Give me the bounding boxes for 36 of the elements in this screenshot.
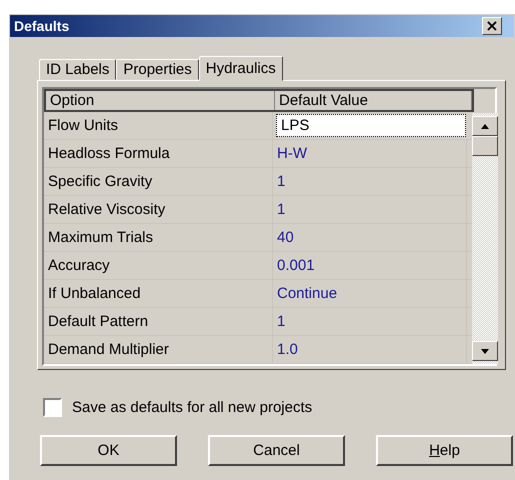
checkbox-label: Save as defaults for all new projects <box>72 399 312 416</box>
value-cell[interactable]: 1 <box>273 168 467 196</box>
checkbox[interactable] <box>43 398 62 417</box>
scroll-up-button[interactable] <box>472 116 498 136</box>
option-cell[interactable]: Specific Gravity <box>44 168 273 196</box>
option-cell[interactable]: Maximum Trials <box>44 224 273 252</box>
tab[interactable]: Hydraulics <box>198 56 283 81</box>
option-cell[interactable]: Relative Viscosity <box>44 196 273 224</box>
scroll-thumb[interactable] <box>472 136 498 156</box>
column-header: Default Value <box>275 91 472 110</box>
window-title: Defaults <box>14 18 70 34</box>
scrollbar[interactable] <box>472 113 498 364</box>
option-cell[interactable]: Accuracy <box>44 252 273 280</box>
option-cell[interactable]: Headloss Formula <box>44 140 273 168</box>
value-cell[interactable]: LPS <box>276 114 466 138</box>
up-arrow-icon <box>481 124 489 128</box>
option-cell[interactable]: Default Pattern <box>44 308 273 336</box>
value-cell[interactable]: 40 <box>273 224 467 252</box>
value-cell[interactable]: 0.001 <box>273 252 467 280</box>
tab[interactable]: ID Labels <box>39 59 116 80</box>
close-button[interactable]: × <box>482 17 502 35</box>
value-cell[interactable]: 1 <box>273 196 467 224</box>
dialog-button[interactable]: Help <box>376 435 513 466</box>
value-cell[interactable]: Continue <box>273 280 467 308</box>
scroll-down-button[interactable] <box>472 341 498 361</box>
dialog-button[interactable]: Cancel <box>208 435 345 466</box>
option-cell[interactable]: Flow Units <box>44 112 273 140</box>
value-cell[interactable]: 1 <box>273 308 467 336</box>
value-cell[interactable]: H-W <box>273 140 467 168</box>
tab[interactable]: Properties <box>116 59 199 80</box>
option-cell[interactable]: If Unbalanced <box>44 280 273 308</box>
down-arrow-icon <box>481 348 489 354</box>
dialog-button[interactable]: OK <box>40 435 177 466</box>
value-cell[interactable]: 1.0 <box>273 336 467 363</box>
column-header: Option <box>46 91 275 110</box>
option-cell[interactable]: Demand Multiplier <box>44 336 273 363</box>
